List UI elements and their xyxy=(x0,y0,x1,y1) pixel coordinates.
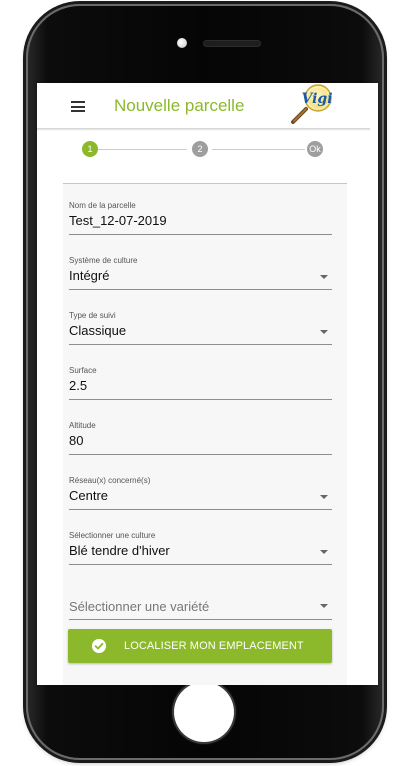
crop-system-select[interactable]: Système de culture Intégré xyxy=(69,256,332,292)
field-label: Réseau(x) concerné(s) xyxy=(69,476,151,485)
crop-value[interactable]: Blé tendre d'hiver xyxy=(69,543,332,559)
locate-location-button[interactable]: LOCALISER MON EMPLACEMENT xyxy=(68,629,332,663)
altitude-input[interactable]: 80 xyxy=(69,433,332,449)
field-underline xyxy=(69,509,332,510)
front-camera xyxy=(177,38,187,48)
vigi-logo: Vigi xyxy=(291,84,333,124)
variety-placeholder[interactable]: Sélectionner une variété xyxy=(69,599,332,615)
crop-select[interactable]: Sélectionner une culture Blé tendre d'hi… xyxy=(69,531,332,567)
field-underline xyxy=(69,399,332,400)
dropdown-caret-icon[interactable] xyxy=(320,495,328,499)
field-underline xyxy=(69,289,332,290)
field-label: Type de suivi xyxy=(69,311,116,320)
locate-button-label: LOCALISER MON EMPLACEMENT xyxy=(124,640,304,652)
step-ok: Ok xyxy=(307,141,323,157)
phone-volume-up xyxy=(23,174,26,218)
field-label: Sélectionner une culture xyxy=(69,531,156,540)
surface-input[interactable]: 2.5 xyxy=(69,378,332,394)
tracking-type-value[interactable]: Classique xyxy=(69,323,332,339)
network-value[interactable]: Centre xyxy=(69,488,332,504)
crop-system-value[interactable]: Intégré xyxy=(69,268,332,284)
surface-field[interactable]: Surface 2.5 xyxy=(69,366,332,402)
dropdown-caret-icon[interactable] xyxy=(320,550,328,554)
page-title: Nouvelle parcelle xyxy=(114,96,245,115)
stepper-connector xyxy=(212,149,305,150)
step-2: 2 xyxy=(192,141,208,157)
check-circle-icon xyxy=(92,639,106,653)
logo-text: Vigi xyxy=(301,91,332,107)
dropdown-caret-icon[interactable] xyxy=(320,330,328,334)
parcel-name-input[interactable]: Test_12-07-2019 xyxy=(69,213,332,229)
home-button[interactable] xyxy=(174,682,234,742)
parcel-name-field[interactable]: Nom de la parcelle Test_12-07-2019 xyxy=(69,201,332,237)
app-screen: Nouvelle parcelle Vigi 1 2 Ok Nom de la … xyxy=(37,83,378,685)
network-select[interactable]: Réseau(x) concerné(s) Centre xyxy=(69,476,332,512)
tracking-type-select[interactable]: Type de suivi Classique xyxy=(69,311,332,347)
variety-select[interactable]: Sélectionner une variété xyxy=(69,597,332,621)
hamburger-menu-icon[interactable] xyxy=(71,101,85,112)
field-underline xyxy=(69,619,332,620)
speaker-grille xyxy=(204,41,260,46)
field-label: Surface xyxy=(69,366,97,375)
field-underline xyxy=(69,344,332,345)
progress-stepper: 1 2 Ok xyxy=(37,141,378,165)
field-underline xyxy=(69,234,332,235)
phone-side-button xyxy=(23,124,26,150)
app-bar-shadow xyxy=(37,128,370,131)
dropdown-caret-icon[interactable] xyxy=(320,604,328,608)
app-bar: Nouvelle parcelle Vigi xyxy=(37,83,378,131)
parcel-form: Nom de la parcelle Test_12-07-2019 Systè… xyxy=(63,184,347,685)
altitude-field[interactable]: Altitude 80 xyxy=(69,421,332,457)
step-1: 1 xyxy=(82,141,98,157)
field-underline xyxy=(69,564,332,565)
field-label: Système de culture xyxy=(69,256,138,265)
field-label: Altitude xyxy=(69,421,96,430)
field-underline xyxy=(69,454,332,455)
field-label: Nom de la parcelle xyxy=(69,201,136,210)
dropdown-caret-icon[interactable] xyxy=(320,275,328,279)
phone-volume-down xyxy=(23,228,26,272)
stepper-connector xyxy=(98,149,187,150)
